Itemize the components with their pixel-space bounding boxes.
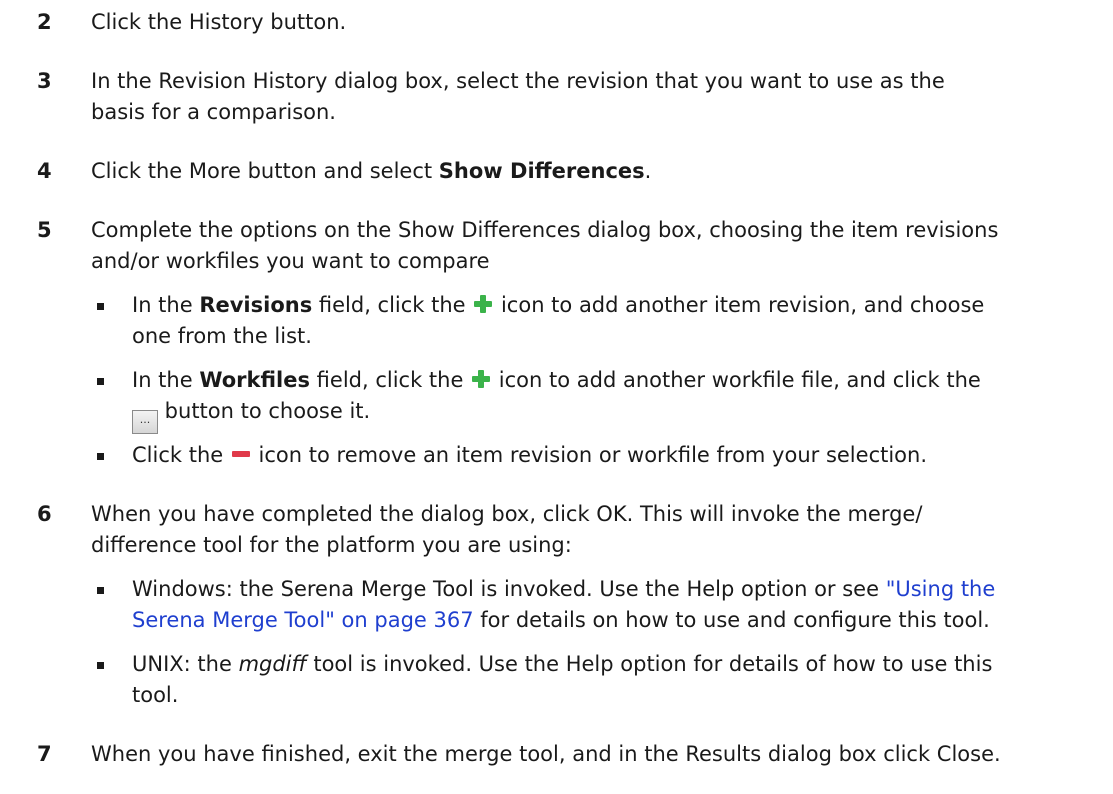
bullet-text-line: Click the icon to remove an item revisio… xyxy=(132,440,1102,471)
text-part: In the xyxy=(132,368,200,392)
step-text-line: basis for a comparison. xyxy=(91,100,336,124)
step-text-line: In the Revision History dialog box, sele… xyxy=(91,69,945,93)
text-part: In the xyxy=(132,293,200,317)
show-differences-label: Show Differences xyxy=(438,159,645,183)
step-text: Click the More button and select Show Di… xyxy=(91,156,1101,187)
bullet-marker xyxy=(97,662,104,669)
text-part: icon to remove an item revision or workf… xyxy=(251,443,928,467)
bullet-text-line: UNIX: the mgdiff tool is invoked. Use th… xyxy=(132,649,1102,680)
bullet-text-line: Serena Merge Tool" on page 367 for detai… xyxy=(132,605,1102,636)
serena-merge-tool-link[interactable]: Serena Merge Tool" on page 367 xyxy=(132,608,474,632)
text-part: icon to add another workfile file, and c… xyxy=(492,368,981,392)
bullet-text-line: one from the list. xyxy=(132,324,312,348)
mgdiff-tool-name: mgdiff xyxy=(238,652,307,676)
step-text-part: . xyxy=(644,159,652,183)
step-text: When you have finished, exit the merge t… xyxy=(91,742,1001,766)
text-part: button to choose it. xyxy=(158,399,371,423)
bullet-marker xyxy=(97,453,104,460)
step-text-line: and/or workfiles you want to compare xyxy=(91,249,490,273)
bullet-text-line: In the Revisions field, click the icon t… xyxy=(132,290,1102,321)
text-part: icon to add another item revision, and c… xyxy=(494,293,985,317)
step-number: 3 xyxy=(37,69,52,93)
step-number: 6 xyxy=(37,502,52,526)
bullet-marker xyxy=(97,378,104,385)
step-text: Click the History button. xyxy=(91,10,347,34)
text-part: Windows: the Serena Merge Tool is invoke… xyxy=(132,577,886,601)
minus-icon xyxy=(230,443,252,465)
revisions-label: Revisions xyxy=(199,293,313,317)
step-number: 7 xyxy=(37,742,52,766)
text-part: UNIX: the xyxy=(132,652,239,676)
text-part: Click the xyxy=(132,443,224,467)
plus-icon xyxy=(472,293,494,315)
bullet-text-line: Windows: the Serena Merge Tool is invoke… xyxy=(132,574,1102,605)
step-text-line: Complete the options on the Show Differe… xyxy=(91,218,999,242)
browse-button-icon: ... xyxy=(132,410,158,434)
text-part: field, click the xyxy=(310,368,464,392)
step-text-line: When you have completed the dialog box, … xyxy=(91,502,923,526)
text-part: field, click the xyxy=(312,293,466,317)
step-number: 2 xyxy=(37,10,52,34)
bullet-marker xyxy=(97,587,104,594)
step-text-part: Click the More button and select xyxy=(91,159,439,183)
bullet-text-line: ... button to choose it. xyxy=(132,396,1102,434)
step-number: 5 xyxy=(37,218,52,242)
bullet-text-line: In the Workfiles field, click the icon t… xyxy=(132,365,1102,396)
text-part: tool is invoked. Use the Help option for… xyxy=(306,652,993,676)
bullet-text-line: tool. xyxy=(132,683,179,707)
step-number: 4 xyxy=(37,159,52,183)
serena-merge-tool-link[interactable]: "Using the xyxy=(886,577,996,601)
step-text-line: difference tool for the platform you are… xyxy=(91,533,572,557)
plus-icon xyxy=(470,368,492,390)
text-part: for details on how to use and configure … xyxy=(473,608,990,632)
workfiles-label: Workfiles xyxy=(199,368,310,392)
bullet-marker xyxy=(97,303,104,310)
